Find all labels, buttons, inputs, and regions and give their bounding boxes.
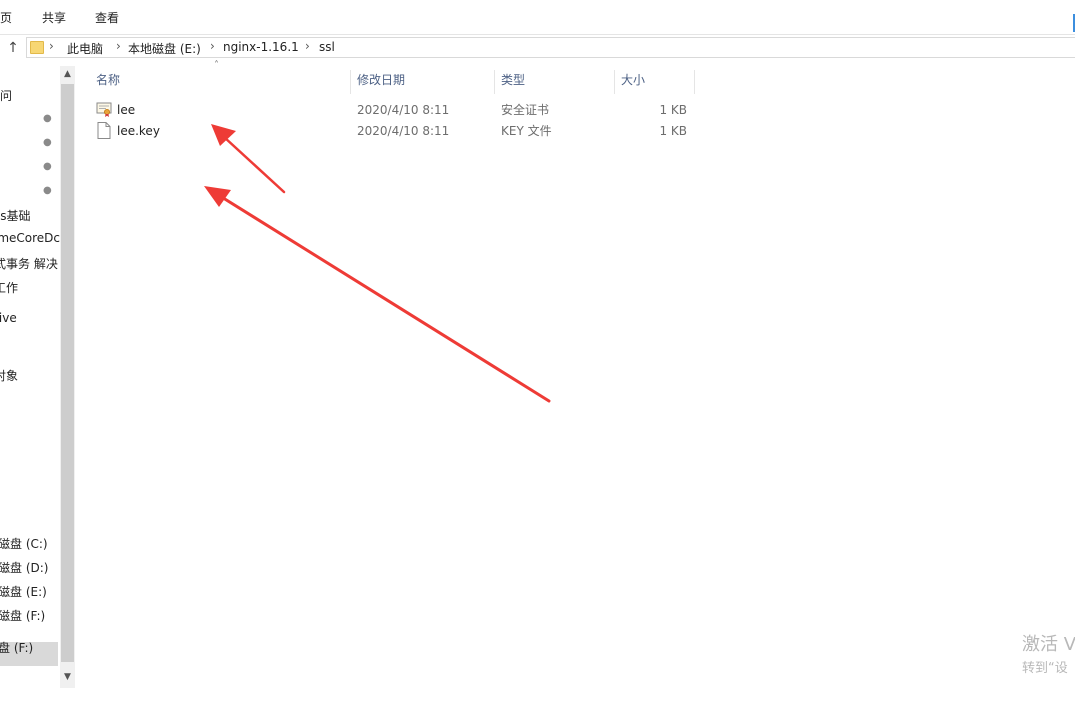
annotation-overlay [204, 124, 551, 403]
annotation-arrow [211, 124, 286, 194]
annotation-arrow [204, 186, 551, 403]
activation-watermark-title: 激活 V [1022, 634, 1075, 655]
activation-watermark-subtitle: 转到“设 [1022, 661, 1068, 676]
